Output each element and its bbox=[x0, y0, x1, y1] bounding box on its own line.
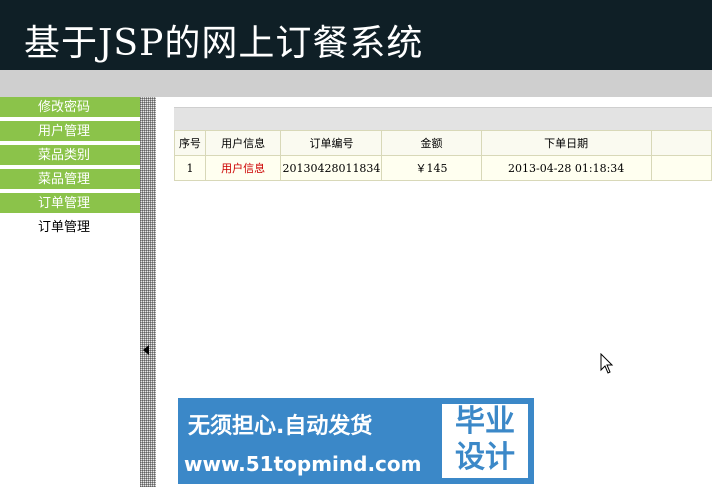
sidebar-item-dish-category[interactable]: 菜品类别 bbox=[0, 145, 140, 167]
sidebar-item-dish-management[interactable]: 菜品管理 bbox=[0, 169, 140, 191]
cell-index: 1 bbox=[174, 155, 206, 181]
ad-banner[interactable]: 无须担心.自动发货 www.51topmind.com 毕业 设计 bbox=[178, 398, 534, 484]
sidebar-item-change-password[interactable]: 修改密码 bbox=[0, 97, 140, 119]
app-header: 基于JSP的网上订餐系统 bbox=[0, 0, 712, 70]
column-header-blank bbox=[650, 130, 712, 156]
ad-badge: 毕业 设计 bbox=[442, 404, 528, 478]
ad-text-block: 无须担心.自动发货 www.51topmind.com bbox=[178, 398, 442, 484]
sidebar: 修改密码 用户管理 菜品类别 菜品管理 订单管理 订单管理 bbox=[0, 97, 140, 487]
cell-amount: ￥145 bbox=[381, 155, 482, 181]
column-header-index: 序号 bbox=[174, 130, 206, 156]
column-header-user: 用户信息 bbox=[204, 130, 282, 156]
table-row: 1 用户信息 20130428011834 ￥145 2013-04-28 01… bbox=[174, 155, 712, 181]
sidebar-item-user-management[interactable]: 用户管理 bbox=[0, 121, 140, 143]
grid-toolbar bbox=[174, 107, 712, 130]
column-header-order-no: 订单编号 bbox=[280, 130, 383, 156]
cell-date: 2013-04-28 01:18:34 bbox=[480, 155, 652, 181]
sidebar-item-order-management[interactable]: 订单管理 bbox=[0, 193, 140, 215]
app-title: 基于JSP的网上订餐系统 bbox=[24, 23, 424, 64]
ad-url[interactable]: www.51topmind.com bbox=[184, 452, 421, 476]
ad-badge-line2: 设计 bbox=[455, 440, 515, 475]
cell-order-no: 20130428011834 bbox=[280, 155, 383, 181]
mouse-cursor-icon bbox=[600, 353, 614, 374]
sidebar-subitem-order-management[interactable]: 订单管理 bbox=[0, 217, 140, 239]
orders-table: 序号 用户信息 订单编号 金额 下单日期 1 用户信息 201304280118… bbox=[174, 130, 712, 181]
cell-blank bbox=[650, 155, 712, 181]
column-header-date: 下单日期 bbox=[480, 130, 652, 156]
column-header-amount: 金额 bbox=[381, 130, 482, 156]
ad-badge-line1: 毕业 bbox=[455, 404, 515, 439]
sidebar-splitter[interactable] bbox=[140, 97, 156, 487]
toolbar-bar bbox=[0, 70, 712, 97]
ad-slogan: 无须担心.自动发货 bbox=[188, 414, 373, 439]
table-header-row: 序号 用户信息 订单编号 金额 下单日期 bbox=[174, 130, 712, 156]
cell-user-link[interactable]: 用户信息 bbox=[204, 155, 282, 181]
collapse-arrow-icon[interactable] bbox=[143, 345, 149, 355]
